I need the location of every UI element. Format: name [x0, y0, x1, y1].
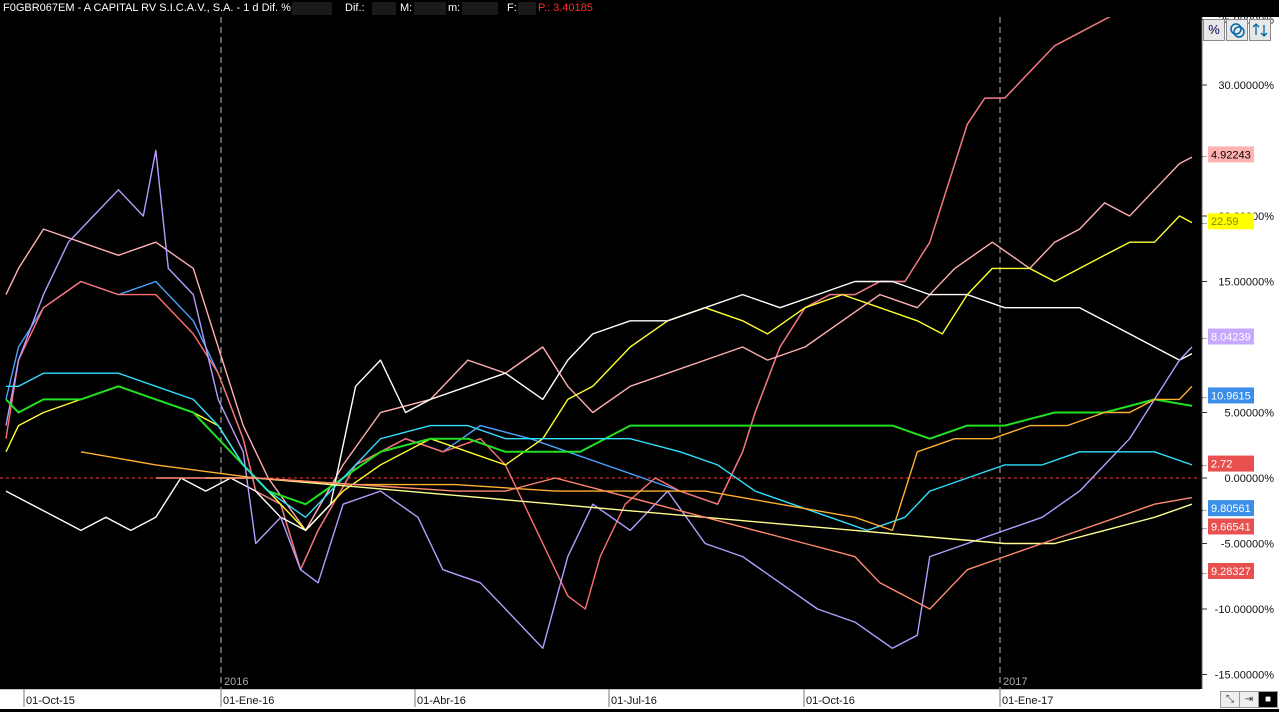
title-bar: F0GBR067EM - A CAPITAL RV S.I.C.A.V., S.… [0, 0, 1279, 17]
year-label-2017: 2017 [1003, 676, 1027, 688]
dif-pct-value-box [292, 2, 332, 15]
max-value-box [414, 2, 446, 15]
x-tick-label: 01-Oct-15 [26, 695, 75, 707]
svg-text:←: ← [1199, 333, 1209, 344]
sort-arrows-icon[interactable] [1249, 19, 1271, 41]
badge-label: 10.9615 [1211, 390, 1251, 402]
y-tick-label: 0.00000% [1224, 473, 1274, 485]
f-label: F: [507, 2, 517, 14]
chart-background [0, 17, 1279, 689]
x-tick-label: 01-Ene-17 [1002, 695, 1053, 707]
badge-label: 4.92243 [1211, 149, 1251, 161]
y-tick-label: 15.00000% [1218, 277, 1274, 289]
zoom-icon[interactable]: ⤡ [1220, 691, 1240, 708]
badge-label: 22.59 [1211, 216, 1239, 228]
svg-text:←: ← [1199, 150, 1209, 161]
dif-label: Dif.: [345, 2, 365, 14]
f-value-box [518, 2, 536, 15]
x-tick-label: 01-Oct-16 [806, 695, 855, 707]
scroll-end-icon[interactable]: ⇥ [1239, 691, 1259, 708]
chart-toolbar: % [1203, 19, 1279, 41]
y-tick-label: -15.00000% [1215, 670, 1275, 682]
svg-text:←: ← [1199, 567, 1209, 578]
svg-text:←: ← [1199, 391, 1209, 402]
svg-text:←: ← [1199, 522, 1209, 533]
percent-button[interactable]: % [1203, 19, 1225, 41]
svg-text:←: ← [1199, 504, 1209, 515]
currency-icon[interactable] [1226, 19, 1248, 41]
min-value-box [462, 2, 498, 15]
max-label: M: [400, 2, 413, 14]
price-chart[interactable]: 2016 2017 40.00000%35.00000%30.00000%20.… [0, 17, 1279, 689]
x-tick-label: 01-Abr-16 [417, 695, 466, 707]
y-tick-label: -5.00000% [1221, 539, 1274, 551]
fullscreen-icon[interactable]: ■ [1258, 691, 1278, 708]
y-tick-label: -10.00000% [1215, 604, 1275, 616]
x-tick-label: 01-Ene-16 [223, 695, 274, 707]
min-label: m: [448, 2, 461, 14]
badge-label: 8.04239 [1211, 332, 1251, 344]
y-tick-label: 30.00000% [1218, 80, 1274, 92]
y-axis-panel [1202, 17, 1279, 689]
dif-value-box [372, 2, 396, 15]
badge-label: 9.80561 [1211, 503, 1251, 515]
y-tick-label: 5.00000% [1224, 408, 1274, 420]
price-value: P.: 3.40185 [538, 2, 593, 14]
chart-title: F0GBR067EM - A CAPITAL RV S.I.C.A.V., S.… [3, 2, 294, 14]
svg-text:←: ← [1199, 217, 1209, 228]
badge-label: 9.28327 [1211, 566, 1251, 578]
badge-label: 9.66541 [1211, 521, 1251, 533]
year-label-2016: 2016 [224, 676, 248, 688]
x-tick-label: 01-Jul-16 [611, 695, 657, 707]
svg-text:←: ← [1199, 460, 1209, 471]
badge-label: 2.72 [1211, 459, 1232, 471]
x-axis: 01-Oct-15 01-Ene-16 01-Abr-16 01-Jul-16 01-O… [0, 688, 1200, 707]
x-axis-bar: 01-Oct-15 01-Ene-16 01-Abr-16 01-Jul-16 01-O… [0, 688, 1279, 709]
